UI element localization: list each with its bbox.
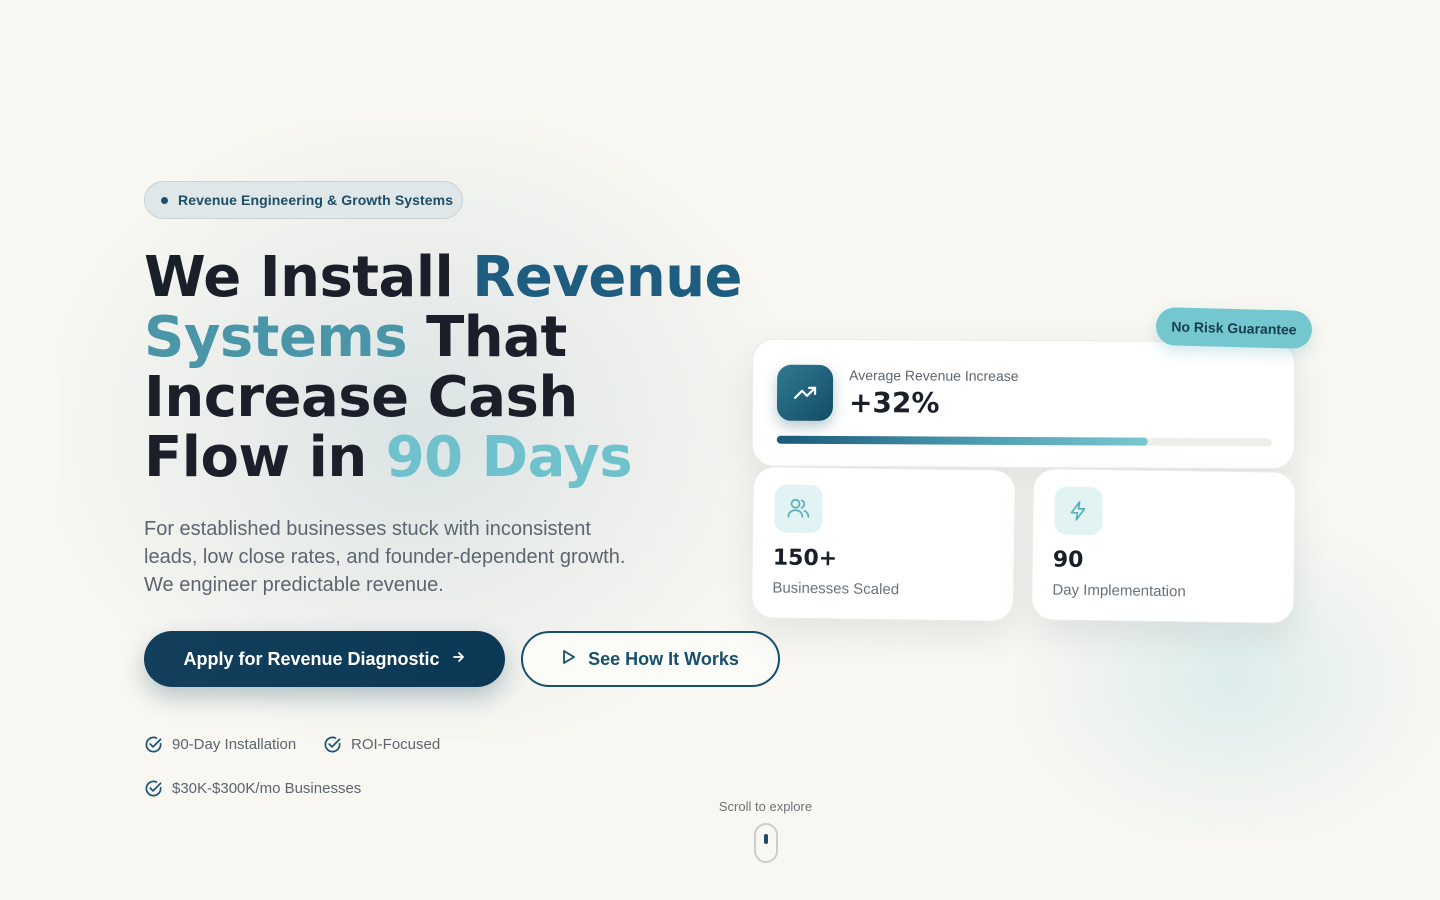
headline-line-4: Flow in 90 Days — [144, 428, 764, 488]
headline-highlight-days: Days — [462, 425, 633, 490]
day-implementation-label: Day Implementation — [1052, 581, 1186, 601]
apply-diagnostic-label: Apply for Revenue Diagnostic — [183, 648, 440, 669]
check-circle-icon — [145, 736, 162, 753]
lightning-icon-box — [1054, 486, 1103, 536]
headline-line-1: We Install Revenue — [144, 248, 764, 308]
revenue-increase-label: Average Revenue Increase — [849, 367, 1019, 384]
day-implementation-card: 90 Day Implementation — [1030, 468, 1297, 624]
day-implementation-value: 90 — [1052, 547, 1084, 573]
check-circle-icon — [324, 736, 341, 753]
headline-text: Flow in — [144, 425, 386, 490]
lightning-icon — [1070, 500, 1086, 521]
users-icon — [787, 498, 810, 518]
feature-label: ROI-Focused — [351, 736, 441, 753]
arrow-right-icon — [452, 650, 466, 668]
headline-text: That — [407, 305, 567, 370]
badge-text: Revenue Engineering & Growth Systems — [178, 192, 454, 208]
feature-label: $30K-$300K/mo Businesses — [172, 780, 362, 797]
play-icon — [562, 649, 576, 670]
feature-item: $30K-$300K/mo Businesses — [144, 779, 361, 798]
headline-text: We Install — [144, 245, 473, 310]
revenue-progress-bar — [776, 435, 1272, 447]
scroll-wheel-indicator — [764, 834, 768, 844]
see-how-it-works-button[interactable]: See How It Works — [521, 631, 780, 687]
scroll-mouse-icon[interactable] — [754, 823, 778, 863]
headline-highlight-90: 90 — [385, 425, 463, 490]
headline-line-3: Increase Cash — [144, 365, 578, 430]
check-circle-icon — [145, 780, 162, 797]
hero-headline: We Install Revenue Systems That Increase… — [144, 248, 764, 488]
apply-diagnostic-button[interactable]: Apply for Revenue Diagnostic — [144, 631, 505, 687]
see-how-it-works-label: See How It Works — [588, 648, 739, 669]
feature-label: 90-Day Installation — [172, 736, 297, 753]
headline-highlight-revenue: Revenue — [472, 245, 743, 310]
scroll-to-explore-text: Scroll to explore — [718, 799, 813, 814]
revenue-progress-fill — [776, 435, 1149, 446]
hero-subtitle: For established businesses stuck with in… — [144, 518, 626, 596]
feature-item: ROI-Focused — [323, 735, 440, 754]
revenue-increase-value: +32% — [848, 386, 940, 420]
revenue-increase-card: Average Revenue Increase +32% — [751, 338, 1296, 470]
businesses-scaled-label: Businesses Scaled — [772, 579, 900, 599]
headline-highlight-systems: Systems — [144, 305, 408, 370]
users-icon-box — [774, 484, 823, 534]
businesses-scaled-value: 150+ — [772, 545, 838, 572]
category-badge: Revenue Engineering & Growth Systems — [144, 181, 463, 219]
badge-dot-icon — [161, 196, 168, 204]
headline-line-2: Systems That — [144, 308, 764, 368]
no-risk-guarantee-tag: No Risk Guarantee — [1155, 306, 1313, 350]
trend-up-icon-box — [776, 364, 834, 422]
feature-item: 90-Day Installation — [144, 735, 296, 754]
businesses-scaled-card: 150+ Businesses Scaled — [750, 466, 1017, 622]
trending-up-icon — [793, 386, 817, 399]
